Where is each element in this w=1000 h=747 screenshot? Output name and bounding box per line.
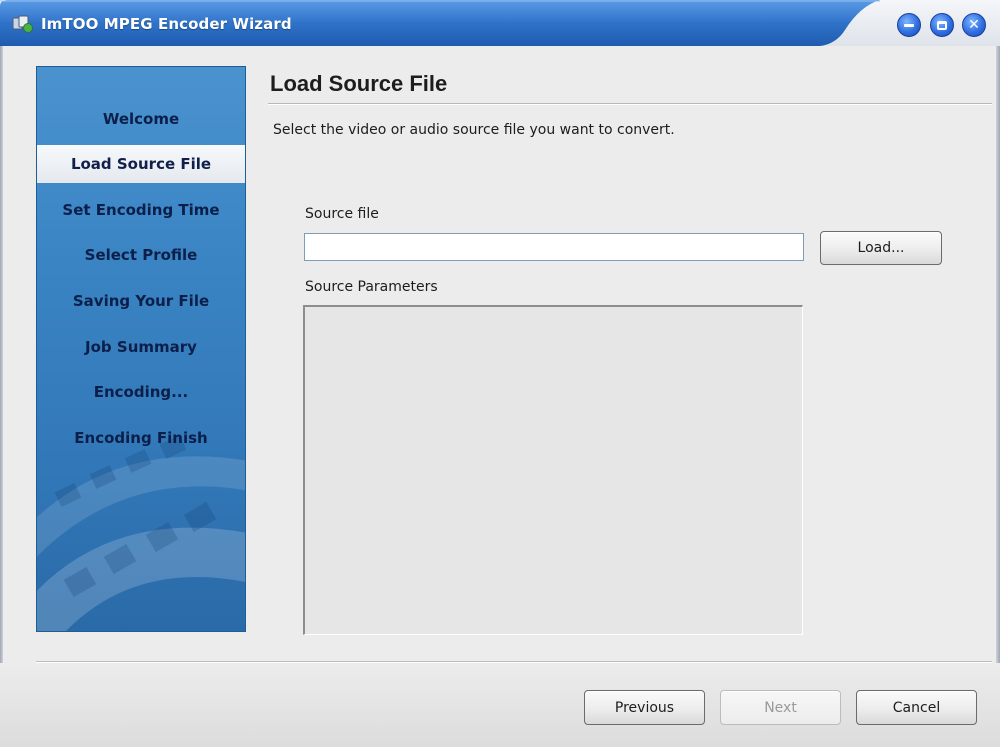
- app-icon: [12, 15, 33, 33]
- step-encoding: Encoding...: [37, 373, 245, 411]
- maximize-button[interactable]: [930, 13, 954, 37]
- step-set-encoding-time: Set Encoding Time: [37, 191, 245, 229]
- step-job-summary: Job Summary: [37, 328, 245, 366]
- step-label: Set Encoding Time: [62, 201, 220, 219]
- wizard-steps-sidebar: Welcome Load Source File Set Encoding Ti…: [36, 66, 246, 632]
- step-label: Load Source File: [70, 155, 212, 173]
- step-label: Encoding Finish: [74, 429, 208, 447]
- step-encoding-finish: Encoding Finish: [37, 419, 245, 457]
- load-button[interactable]: Load...: [820, 231, 942, 265]
- cancel-button[interactable]: Cancel: [856, 690, 977, 725]
- window-title: ImTOO MPEG Encoder Wizard: [41, 15, 292, 33]
- step-label: Saving Your File: [72, 292, 210, 310]
- step-saving-your-file: Saving Your File: [37, 282, 245, 320]
- window-right-border: [996, 46, 1000, 747]
- minimize-button[interactable]: [897, 13, 921, 37]
- wizard-window: ImTOO MPEG Encoder Wizard ✕ Welcome Load…: [0, 0, 1000, 747]
- source-file-input[interactable]: [304, 233, 804, 261]
- title-bar[interactable]: ImTOO MPEG Encoder Wizard ✕: [0, 0, 1000, 46]
- source-parameters-box: [303, 305, 803, 635]
- step-select-profile: Select Profile: [37, 236, 245, 274]
- step-label: Welcome: [102, 110, 180, 128]
- close-icon: ✕: [968, 17, 980, 33]
- window-left-border: [0, 46, 3, 747]
- footer-divider: [36, 661, 992, 662]
- title-divider: [268, 103, 992, 104]
- source-parameters-label: Source Parameters: [305, 279, 438, 295]
- next-button[interactable]: Next: [720, 690, 841, 725]
- step-label: Select Profile: [84, 246, 198, 264]
- step-label: Job Summary: [85, 338, 197, 356]
- source-file-label: Source file: [305, 206, 379, 222]
- instruction-text: Select the video or audio source file yo…: [273, 122, 675, 138]
- page-title: Load Source File: [270, 71, 448, 96]
- close-button[interactable]: ✕: [962, 13, 986, 37]
- step-label: Encoding...: [93, 383, 189, 401]
- previous-button[interactable]: Previous: [584, 690, 705, 725]
- wizard-footer: [0, 663, 1000, 747]
- step-load-source-file: Load Source File: [37, 145, 245, 183]
- maximize-icon: [937, 20, 947, 30]
- step-welcome: Welcome: [37, 100, 245, 138]
- minimize-icon: [904, 23, 914, 27]
